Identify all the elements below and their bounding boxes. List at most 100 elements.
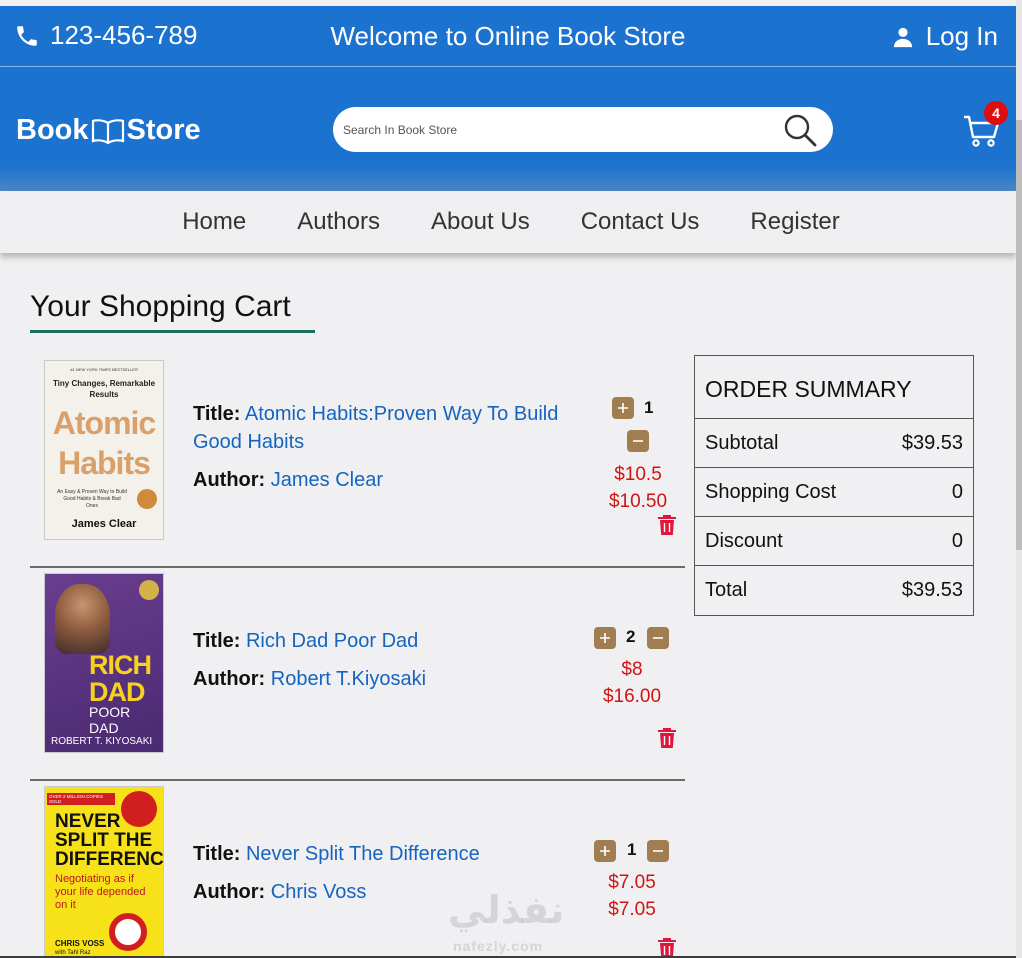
item-author[interactable]: Chris Voss bbox=[271, 881, 367, 903]
decrease-quantity-button[interactable] bbox=[647, 840, 669, 862]
title-label: Title: bbox=[193, 403, 241, 425]
cover-author: CHRIS VOSS bbox=[55, 939, 105, 948]
item-title-line: Title: Rich Dad Poor Dad bbox=[193, 627, 593, 655]
unit-price: $8 bbox=[621, 659, 643, 680]
minus-icon bbox=[653, 637, 663, 639]
summary-label: Discount bbox=[705, 529, 783, 552]
cover-tagline: Tiny Changes, Remarkable Results bbox=[52, 379, 156, 399]
page-title: Your Shopping Cart bbox=[30, 290, 291, 323]
item-author-line: Author: Robert T.Kiyosaki bbox=[193, 665, 593, 693]
increase-quantity-button[interactable] bbox=[612, 397, 634, 419]
item-quantity: 1 bbox=[644, 398, 654, 417]
summary-value: 0 bbox=[951, 529, 963, 552]
unit-price: $7.05 bbox=[608, 872, 656, 893]
plus-icon bbox=[600, 633, 610, 643]
search-bar bbox=[333, 107, 833, 152]
item-quantity: 2 bbox=[626, 627, 636, 646]
item-title[interactable]: Atomic Habits:Proven Way To Build Good H… bbox=[193, 403, 558, 453]
phone-number: 123-456-789 bbox=[50, 20, 198, 50]
item-info: Title: Atomic Habits:Proven Way To Build… bbox=[193, 400, 593, 494]
phone-contact[interactable]: 123-456-789 bbox=[14, 20, 197, 51]
scrollbar-thumb[interactable] bbox=[1016, 120, 1022, 550]
decrease-quantity-button[interactable] bbox=[627, 430, 649, 452]
item-title[interactable]: Rich Dad Poor Dad bbox=[246, 630, 418, 652]
nav-register[interactable]: Register bbox=[750, 208, 839, 236]
cover-author: James Clear bbox=[71, 518, 137, 530]
cover-portrait bbox=[55, 584, 110, 654]
author-label: Author: bbox=[193, 668, 266, 690]
cover-title-line1: Atomic bbox=[52, 405, 156, 441]
cover-subtitle: An Easy & Proven Way to Build Good Habit… bbox=[57, 489, 127, 509]
cart-item: RICH DAD POOR DAD ROBERT T. KIYOSAKI Tit… bbox=[30, 568, 685, 781]
title-label: Title: bbox=[193, 843, 241, 865]
cover-title-line2: Habits bbox=[58, 445, 151, 481]
decrease-quantity-button[interactable] bbox=[647, 627, 669, 649]
summary-value: $39.53 bbox=[901, 579, 963, 601]
minus-icon bbox=[653, 850, 663, 852]
search-input[interactable] bbox=[343, 119, 763, 141]
summary-label: Total bbox=[705, 579, 748, 601]
item-author-line: Author: James Clear bbox=[193, 466, 593, 494]
watermark-arabic: نفذلي bbox=[448, 890, 565, 932]
minus-icon bbox=[633, 440, 643, 442]
nav-contact-us[interactable]: Contact Us bbox=[581, 208, 700, 236]
nav-about-us[interactable]: About Us bbox=[431, 208, 530, 236]
vertical-scrollbar[interactable] bbox=[1016, 0, 1022, 958]
trash-icon[interactable] bbox=[655, 936, 679, 958]
item-quantity: 1 bbox=[627, 840, 637, 859]
author-label: Author: bbox=[193, 881, 266, 903]
nav-home[interactable]: Home bbox=[182, 208, 246, 236]
plus-icon bbox=[600, 846, 610, 856]
site-logo[interactable]: Book Store bbox=[16, 114, 201, 147]
cart-item: OVER 2 MILLION COPIES SOLD NEVER SPLIT T… bbox=[30, 781, 685, 958]
top-bar: 123-456-789 Welcome to Online Book Store… bbox=[0, 6, 1016, 67]
summary-value: $39.53 bbox=[901, 431, 963, 454]
line-total: $16.00 bbox=[602, 686, 662, 707]
cover-title-line3: POOR DAD bbox=[89, 704, 131, 736]
main-nav: Home Authors About Us Contact Us Registe… bbox=[0, 191, 1016, 253]
nav-authors[interactable]: Authors bbox=[297, 208, 380, 236]
cover-badge bbox=[139, 580, 159, 600]
cart-count-badge: 4 bbox=[984, 101, 1008, 125]
item-author[interactable]: James Clear bbox=[271, 469, 383, 491]
summary-row-discount: Discount 0 bbox=[695, 517, 973, 566]
user-icon bbox=[893, 27, 912, 47]
increase-quantity-button[interactable] bbox=[594, 840, 616, 862]
item-title-line: Title: Never Split The Difference bbox=[193, 840, 593, 868]
book-cover-never-split[interactable]: OVER 2 MILLION COPIES SOLD NEVER SPLIT T… bbox=[44, 786, 164, 958]
cart-item: #1 NEW YORK TIMES BESTSELLER Tiny Change… bbox=[30, 355, 685, 568]
cover-badge bbox=[121, 791, 157, 827]
item-title-line: Title: Atomic Habits:Proven Way To Build… bbox=[193, 400, 593, 456]
line-total: $7.05 bbox=[608, 899, 656, 920]
logo-text-right: Store bbox=[126, 114, 201, 146]
author-label: Author: bbox=[193, 469, 266, 491]
order-summary: ORDER SUMMARY Subtotal $39.53 Shopping C… bbox=[694, 355, 974, 616]
trash-icon[interactable] bbox=[655, 513, 679, 537]
cover-subtitle: Negotiating as if your life depended on … bbox=[55, 873, 146, 911]
summary-row-subtotal: Subtotal $39.53 bbox=[695, 419, 973, 468]
phone-icon bbox=[17, 25, 37, 46]
search-icon[interactable] bbox=[783, 113, 817, 147]
item-title[interactable]: Never Split The Difference bbox=[246, 843, 480, 865]
login-label: Log In bbox=[925, 21, 998, 51]
trash-icon[interactable] bbox=[655, 726, 679, 750]
title-underline bbox=[30, 330, 315, 333]
cover-top-text: #1 NEW YORK TIMES BESTSELLER bbox=[70, 367, 138, 372]
cover-target-icon bbox=[109, 913, 147, 951]
line-total: $10.50 bbox=[608, 491, 668, 512]
book-icon bbox=[91, 118, 124, 144]
cover-author: ROBERT T. KIYOSAKI bbox=[51, 736, 153, 747]
login-button[interactable]: Log In bbox=[892, 21, 998, 52]
summary-row-total: Total $39.53 bbox=[695, 566, 973, 615]
order-summary-heading: ORDER SUMMARY bbox=[695, 356, 973, 419]
unit-price: $10.5 bbox=[614, 464, 662, 485]
plus-icon bbox=[618, 403, 628, 413]
cover-top-text: OVER 2 MILLION COPIES SOLD bbox=[47, 793, 115, 805]
increase-quantity-button[interactable] bbox=[594, 627, 616, 649]
book-cover-atomic-habits[interactable]: #1 NEW YORK TIMES BESTSELLER Tiny Change… bbox=[44, 360, 164, 540]
item-author[interactable]: Robert T.Kiyosaki bbox=[271, 668, 426, 690]
page: 123-456-789 Welcome to Online Book Store… bbox=[0, 0, 1016, 958]
summary-value: 0 bbox=[951, 480, 963, 503]
book-cover-rich-dad[interactable]: RICH DAD POOR DAD ROBERT T. KIYOSAKI bbox=[44, 573, 164, 753]
watermark-latin: nafezly.com bbox=[453, 938, 544, 954]
